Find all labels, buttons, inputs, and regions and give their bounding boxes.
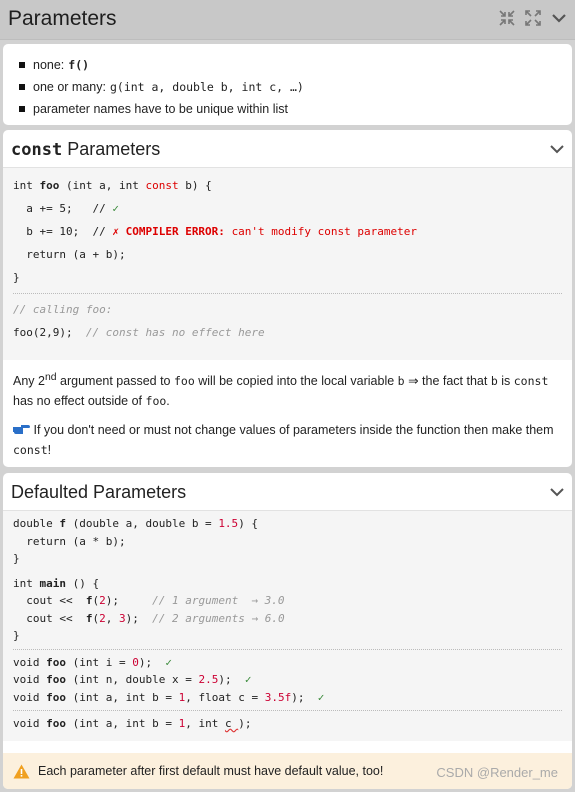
panel-header: Parameters bbox=[0, 0, 575, 40]
inline-code: foo bbox=[173, 374, 195, 389]
code-comment: // const has no effect here bbox=[85, 326, 265, 339]
code-line: cout << f(2, 3); // 2 arguments → 6.0 bbox=[13, 611, 285, 625]
code-line: foo(2,9); // const has no effect here bbox=[13, 321, 562, 344]
divider bbox=[13, 293, 562, 294]
code-line: return (a + b); bbox=[13, 248, 126, 261]
code-line: // calling foo: bbox=[13, 303, 113, 316]
defaulted-parameters-card: Defaulted Parameters double f (double a,… bbox=[3, 473, 572, 789]
code-line: } bbox=[13, 629, 20, 642]
inline-code: b bbox=[397, 374, 405, 389]
item-text: one or many: bbox=[33, 80, 106, 94]
item-code: f() bbox=[68, 58, 90, 72]
code-text: foo(2,9); bbox=[13, 326, 86, 339]
warning-bar: Each parameter after first default must … bbox=[3, 753, 572, 789]
list-item: one or many: g(int a, double b, int c, …) bbox=[11, 76, 564, 98]
inline-code: const bbox=[513, 374, 549, 389]
code-line: } bbox=[13, 271, 20, 284]
panel-title: Parameters bbox=[8, 7, 117, 30]
code-line: a += 5; // ✓ bbox=[13, 197, 562, 220]
code-line: return (a * b); bbox=[13, 534, 126, 548]
warning-text: Each parameter after first default must … bbox=[38, 764, 384, 778]
item-text: parameter names have to be unique within… bbox=[33, 102, 289, 116]
code-line: void foo (int n, double x = 2.5); ✓ bbox=[13, 673, 252, 686]
summary-card: none: f() one or many: g(int a, double b, … bbox=[3, 44, 572, 125]
code-line: void foo (int i = 0); ✓ bbox=[13, 655, 172, 669]
text: Any 2 bbox=[13, 374, 45, 389]
item-code: g(int a, double b, int c, …) bbox=[109, 80, 304, 94]
code-line: int foo (int a, int const b) { bbox=[13, 179, 212, 192]
check-icon: ✓ bbox=[112, 202, 119, 215]
list-item: parameter names have to be unique within… bbox=[11, 98, 564, 120]
code-line: } bbox=[13, 552, 20, 565]
code-line: void foo (int a, int b = 1, int c ); bbox=[13, 717, 252, 730]
header-tools bbox=[499, 10, 567, 26]
list-item: none: f() bbox=[11, 54, 564, 76]
text: argument passed to bbox=[56, 374, 174, 389]
collapse-icon[interactable] bbox=[499, 10, 515, 26]
code-block: double f (double a, double b = 1.5) { re… bbox=[3, 511, 572, 741]
code-line: b += 10; // ✗ COMPILER ERROR: can't modi… bbox=[13, 220, 562, 243]
chevron-down-icon[interactable] bbox=[550, 485, 564, 499]
paragraph: If you don't need or must not change val… bbox=[13, 420, 562, 460]
text: If you don't need or must not change val… bbox=[30, 423, 554, 438]
title-keyword: const bbox=[11, 140, 63, 160]
title-text: Parameters bbox=[62, 139, 161, 159]
code-line: cout << f(2); // 1 argument → 3.0 bbox=[13, 594, 285, 607]
pointing-hand-icon bbox=[13, 425, 30, 435]
expand-icon[interactable] bbox=[525, 10, 541, 26]
chevron-down-icon[interactable] bbox=[551, 10, 567, 26]
divider bbox=[13, 648, 562, 650]
text: ⇒ the fact that bbox=[404, 374, 491, 389]
text: nd bbox=[44, 372, 57, 383]
code-line: double f (double a, double b = 1.5) { bbox=[13, 517, 259, 530]
bullet bbox=[19, 106, 25, 112]
paragraph: Any 2nd argument passed to foo will be c… bbox=[13, 368, 562, 411]
item-text: none: bbox=[33, 58, 65, 72]
const-parameters-card: const Parameters int foo (int a, int con… bbox=[3, 130, 572, 467]
code-line: void foo (int a, int b = 1, float c = 3.… bbox=[13, 690, 325, 704]
inline-code: const bbox=[13, 443, 48, 458]
code-line: int main () { bbox=[13, 576, 100, 590]
inline-code: b bbox=[490, 374, 498, 389]
code-text: b += 10; // bbox=[13, 225, 113, 238]
bullet bbox=[19, 84, 25, 90]
bullet bbox=[19, 62, 25, 68]
section-header[interactable]: Defaulted Parameters bbox=[3, 473, 572, 511]
text: is bbox=[497, 374, 514, 389]
error-text: can't modify const parameter bbox=[231, 225, 417, 238]
warning-icon bbox=[13, 764, 30, 778]
code-block: int foo (int a, int const b) { a += 5; /… bbox=[3, 168, 572, 360]
text: has no effect outside of bbox=[13, 394, 146, 409]
watermark: CSDN @Render_me bbox=[436, 765, 558, 780]
code-text: a += 5; // bbox=[13, 202, 113, 215]
text: . bbox=[166, 394, 170, 409]
section-header[interactable]: const Parameters bbox=[3, 130, 572, 168]
text: will be copied into the local variable bbox=[194, 374, 398, 389]
divider bbox=[13, 710, 562, 711]
inline-code: foo bbox=[145, 394, 167, 409]
error-label: ✗ COMPILER ERROR: bbox=[112, 225, 232, 238]
chevron-down-icon[interactable] bbox=[550, 142, 564, 156]
explanation: Any 2nd argument passed to foo will be c… bbox=[3, 360, 572, 467]
section-title: const Parameters bbox=[11, 139, 160, 160]
section-title: Defaulted Parameters bbox=[11, 482, 187, 502]
text: ! bbox=[47, 443, 52, 458]
